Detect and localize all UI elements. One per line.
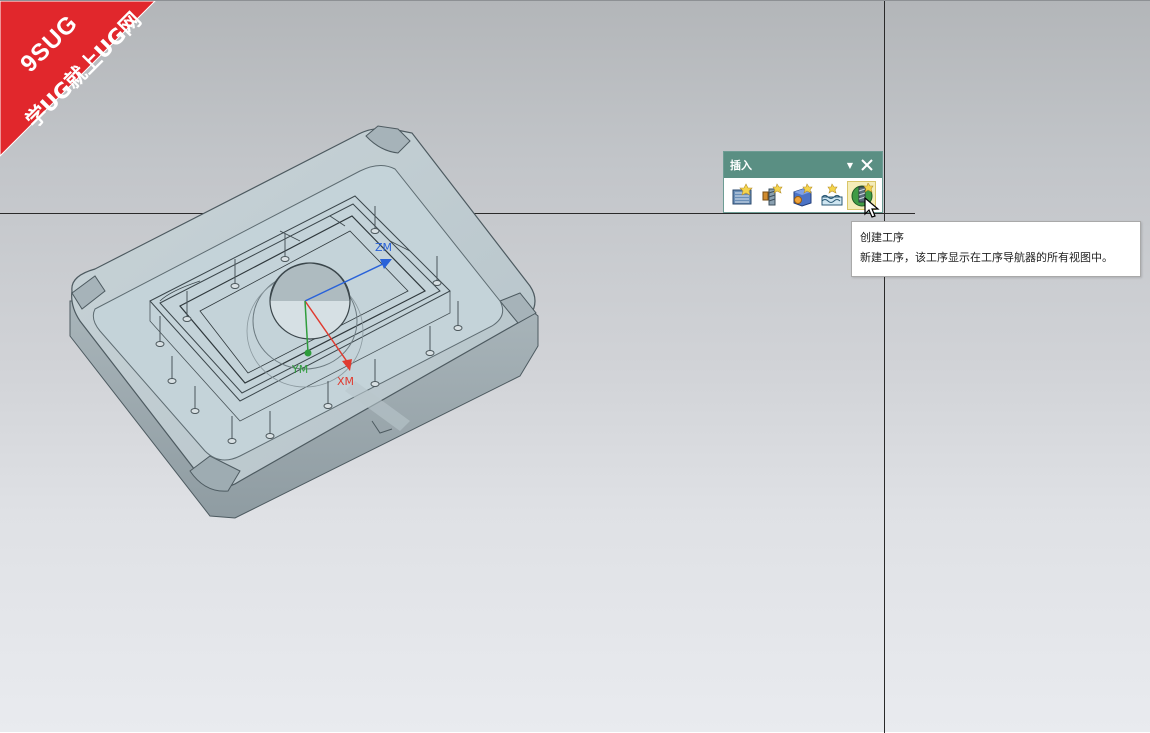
graphics-viewport[interactable]: ZM YM XM 9SUG 学UG就上UG网 插入 ▼ 创建工序 新建工序，该工… (0, 0, 1150, 733)
create-program-icon (732, 183, 753, 205)
insert-toolbar: 插入 ▼ (723, 151, 883, 213)
create-tool-button[interactable] (757, 181, 786, 210)
mouse-pointer-icon (864, 197, 880, 218)
create-tool-icon (762, 183, 783, 206)
create-geometry-button[interactable] (787, 181, 816, 210)
xm-axis-label: XM (337, 375, 355, 388)
zm-axis-label: ZM (375, 241, 393, 254)
toolbar-header[interactable]: 插入 ▼ (724, 152, 882, 178)
create-method-button[interactable] (817, 181, 846, 210)
tooltip: 创建工序 新建工序，该工序显示在工序导航器的所有视图中。 (851, 221, 1141, 277)
ym-axis-label: YM (292, 363, 309, 376)
watermark-logo: 9SUG 学UG就上UG网 (0, 1, 156, 157)
crosshair-vertical (884, 1, 885, 733)
toolbar-title: 插入 (730, 159, 752, 172)
toolbar-buttons (724, 178, 882, 212)
tooltip-title: 创建工序 (860, 231, 904, 244)
close-icon[interactable] (858, 156, 876, 174)
create-program-button[interactable] (727, 181, 756, 210)
tooltip-description: 新建工序，该工序显示在工序导航器的所有视图中。 (860, 251, 1113, 264)
chevron-down-icon[interactable]: ▼ (842, 157, 858, 173)
create-method-icon (821, 183, 842, 206)
create-geometry-icon (793, 183, 813, 207)
